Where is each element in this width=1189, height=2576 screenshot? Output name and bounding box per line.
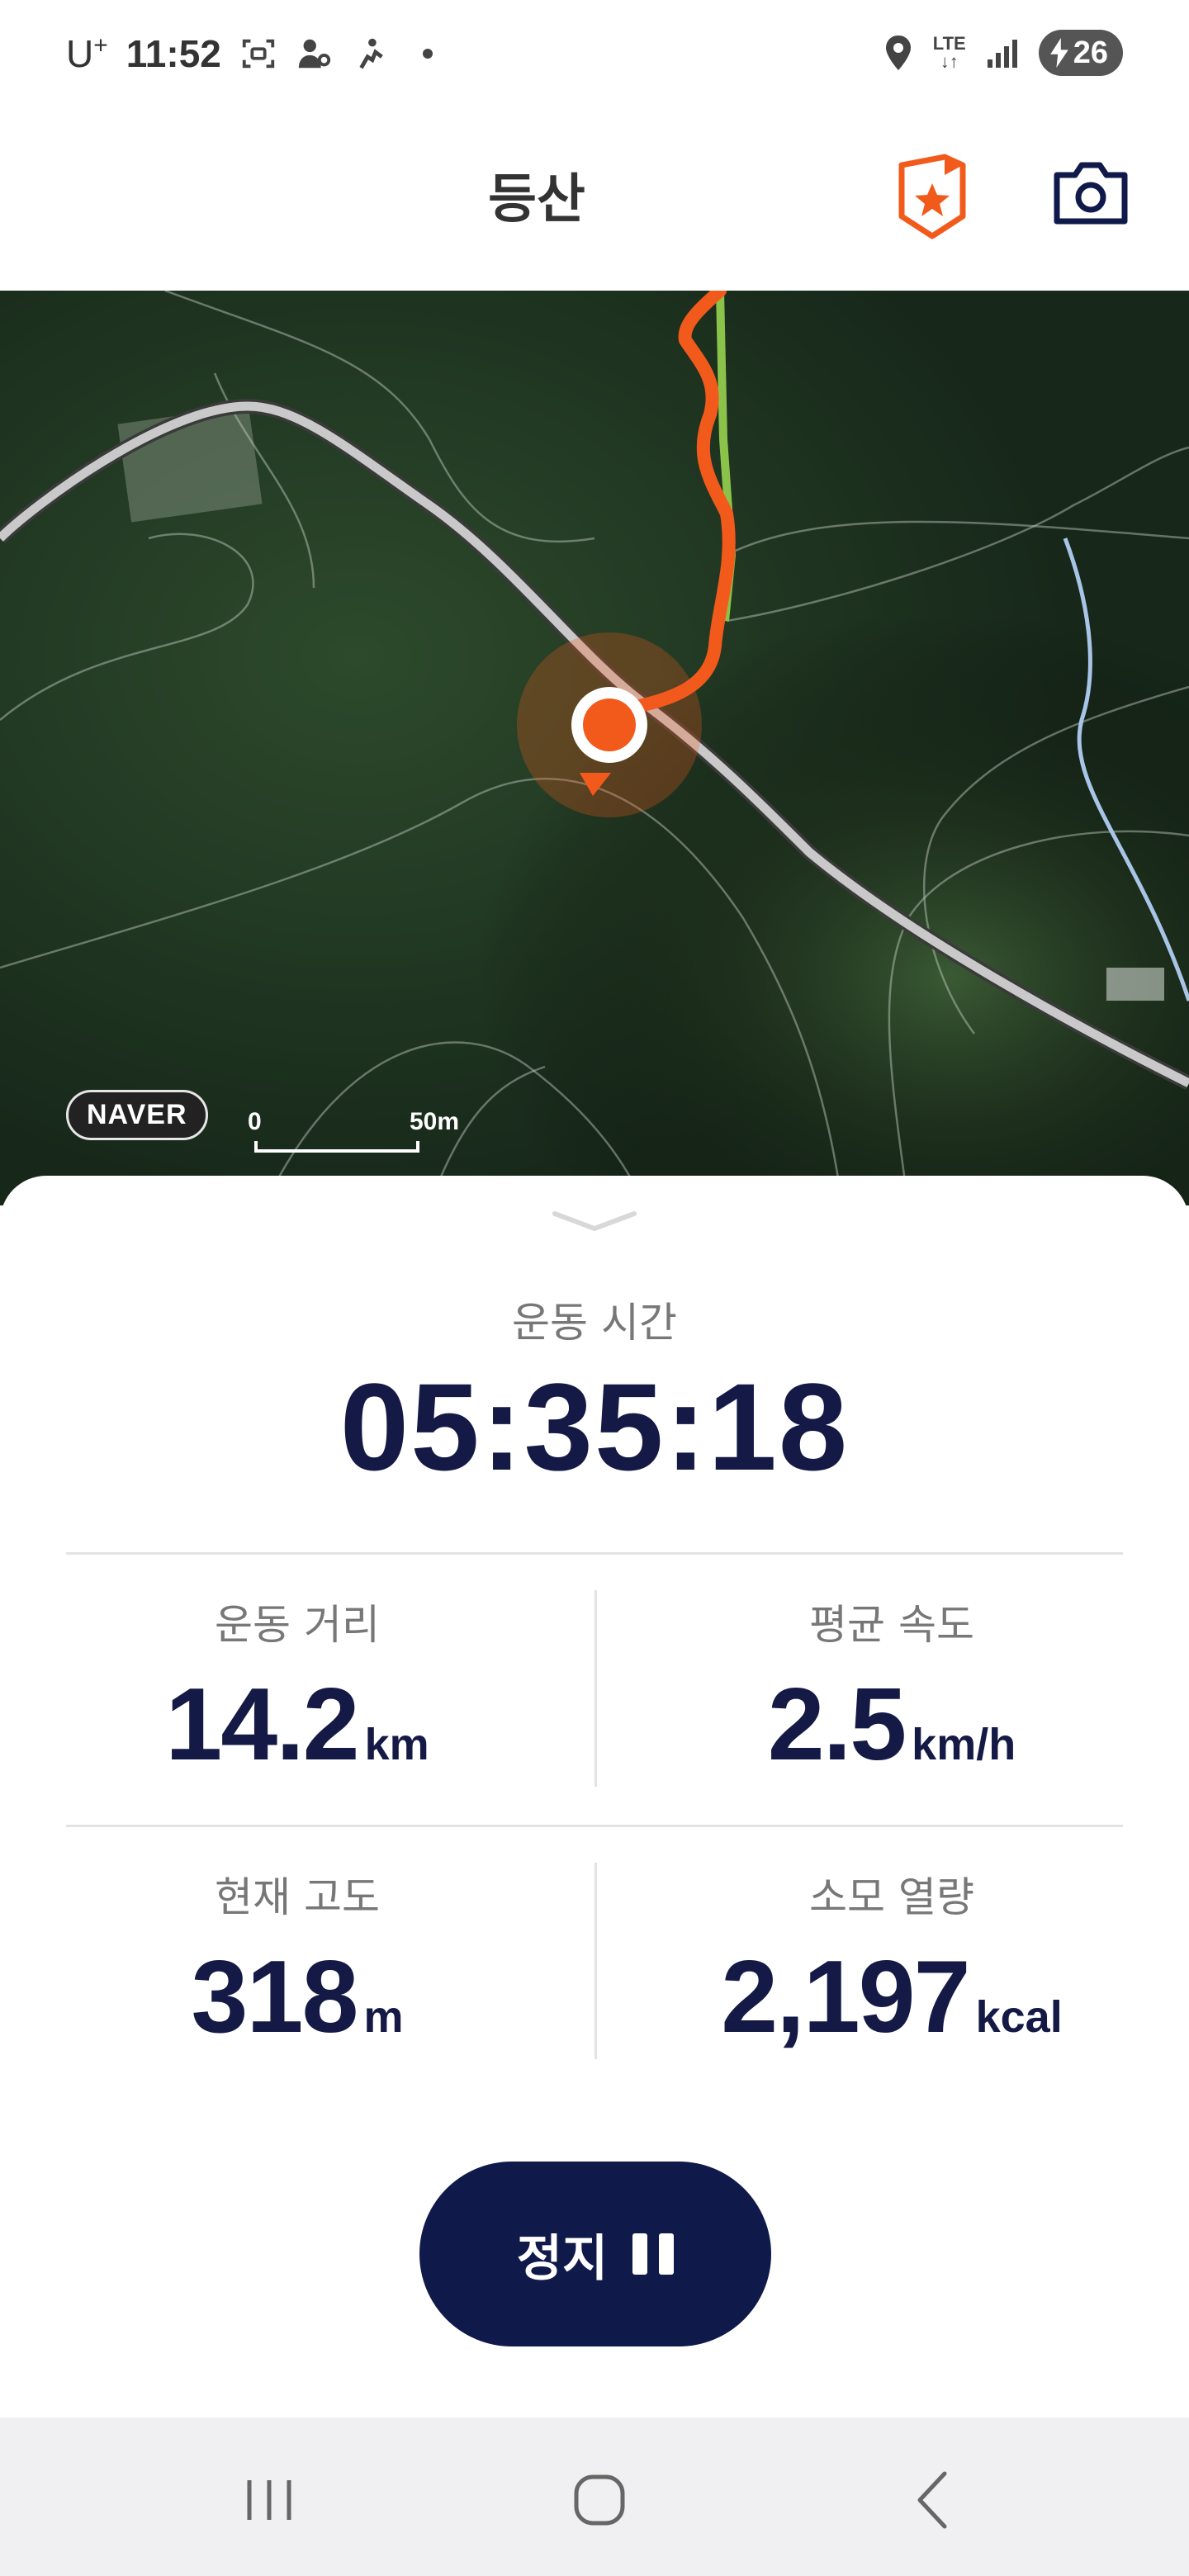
pause-icon xyxy=(632,2233,675,2275)
map-canvas xyxy=(0,291,1189,1205)
calories-stat: 소모 열량 2,197 kcal xyxy=(628,1864,1156,2056)
camera-icon xyxy=(1054,162,1128,225)
stat-value: 14.2 xyxy=(165,1668,359,1782)
stop-button[interactable]: 정지 xyxy=(419,2162,771,2346)
distance-stat: 운동 거리 14.2 km xyxy=(33,1592,561,1783)
location-person-icon xyxy=(298,39,331,69)
scale-end-label: 50m xyxy=(409,1108,459,1135)
charging-icon xyxy=(1049,38,1068,68)
location-icon xyxy=(885,36,911,70)
status-bar: U+ 11:52 LTE ↓↑ 26 xyxy=(0,0,1189,107)
camera-button[interactable] xyxy=(1052,160,1130,226)
stat-label: 현재 고도 xyxy=(215,1873,380,1921)
screenshot-icon xyxy=(242,39,275,69)
stat-unit: m xyxy=(363,1992,404,2042)
notification-dot xyxy=(422,49,433,59)
stat-label: 평균 속도 xyxy=(809,1601,974,1649)
collapse-handle-icon[interactable] xyxy=(552,1209,637,1234)
divider xyxy=(66,1552,1123,1555)
divider-vertical xyxy=(594,1590,597,1787)
badge-icon xyxy=(898,154,966,239)
divider-vertical xyxy=(594,1863,597,2059)
status-left: U+ 11:52 xyxy=(66,31,433,76)
back-icon[interactable] xyxy=(885,2459,984,2541)
scale-start-label: 0 xyxy=(248,1108,262,1135)
divider xyxy=(66,1825,1123,1827)
avg-speed-stat: 평균 속도 2.5 km/h xyxy=(628,1592,1156,1783)
stat-label: 운동 거리 xyxy=(215,1601,380,1649)
stat-value: 318 xyxy=(191,1940,359,2054)
naver-logo: NAVER xyxy=(66,1090,208,1140)
altitude-stat: 현재 고도 318 m xyxy=(33,1864,561,2056)
elapsed-time-label: 운동 시간 xyxy=(512,1299,677,1347)
location-marker xyxy=(583,698,636,751)
stat-unit: kcal xyxy=(975,1992,1063,2042)
badge-button[interactable] xyxy=(897,154,968,239)
stat-value: 2.5 xyxy=(767,1668,907,1782)
signal-icon xyxy=(987,40,1017,68)
stat-label: 소모 열량 xyxy=(809,1873,974,1921)
map-view[interactable]: NAVER 0 50m xyxy=(0,291,1189,1205)
recent-apps-icon[interactable] xyxy=(220,2459,319,2541)
stop-button-label: 정지 xyxy=(516,2229,609,2288)
activity-icon xyxy=(359,38,383,69)
stat-unit: km xyxy=(364,1720,429,1769)
home-icon[interactable] xyxy=(550,2459,649,2541)
clock: 11:52 xyxy=(126,32,221,75)
system-nav-bar xyxy=(0,2417,1189,2576)
battery-indicator: 26 xyxy=(1038,30,1123,76)
scale-bar xyxy=(254,1141,419,1153)
battery-level: 26 xyxy=(1073,35,1108,70)
stat-value: 2,197 xyxy=(721,1940,970,2054)
network-type: LTE ↓↑ xyxy=(932,33,966,72)
app-bar: 등산 xyxy=(0,107,1189,291)
carrier-label: U+ xyxy=(66,31,108,75)
stat-unit: km/h xyxy=(912,1720,1016,1769)
elapsed-time-value: 05:35:18 xyxy=(339,1357,850,1496)
status-right: LTE ↓↑ 26 xyxy=(883,30,1123,76)
